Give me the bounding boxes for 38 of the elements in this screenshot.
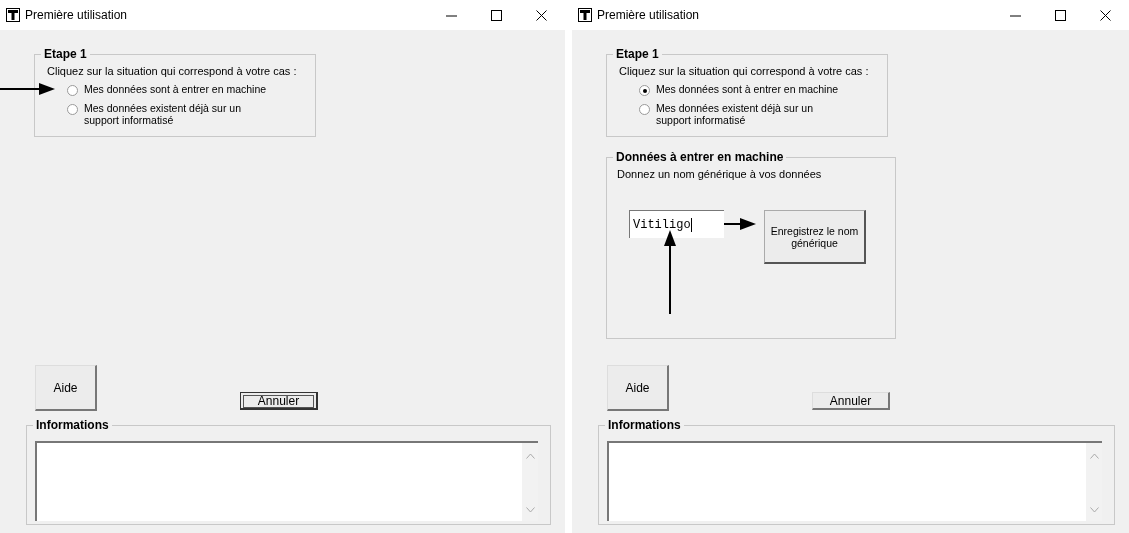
help-button[interactable]: Aide xyxy=(35,365,97,411)
cancel-button[interactable]: Annuler xyxy=(812,392,890,410)
scrollbar[interactable] xyxy=(522,443,538,521)
option-label[interactable]: Mes données sont à entrer en machine xyxy=(84,83,274,95)
instruction-text: Cliquez sur la situation qui correspond à votre cas : xyxy=(47,65,298,77)
group-title: Etape 1 xyxy=(41,47,90,61)
text-area[interactable] xyxy=(607,441,1102,521)
scroll-up-icon xyxy=(1089,453,1099,459)
close-icon xyxy=(536,9,547,21)
input-field[interactable]: Vitiligo xyxy=(629,210,724,238)
app-icon xyxy=(6,8,20,22)
radio-button[interactable] xyxy=(67,85,78,96)
group-title: Informations xyxy=(605,418,684,432)
scrollbar[interactable] xyxy=(1086,443,1102,521)
scroll-down-icon xyxy=(1089,507,1099,513)
window-title: Première utilisation xyxy=(25,8,128,22)
group-title: Données à entrer en machine xyxy=(613,150,787,164)
scroll-down-icon xyxy=(525,507,535,513)
help-button[interactable]: Aide xyxy=(607,365,669,411)
cancel-button[interactable]: Annuler xyxy=(240,392,318,410)
radio-button[interactable] xyxy=(639,104,650,115)
radio-button[interactable] xyxy=(639,85,650,96)
instruction-text: Cliquez sur la situation qui correspond à votre cas : xyxy=(619,65,870,77)
option-label[interactable]: Mes données existent déjà sur un support informatisé xyxy=(656,102,846,126)
group-title: Etape 1 xyxy=(613,47,662,61)
maximize-icon xyxy=(1055,9,1066,21)
app-icon xyxy=(578,8,592,22)
instruction-text: Donnez un nom générique à vos données xyxy=(617,168,823,180)
close-icon xyxy=(1100,9,1111,21)
radio-button[interactable] xyxy=(67,104,78,115)
maximize-icon xyxy=(491,9,502,21)
text-area[interactable] xyxy=(35,441,538,521)
window-title: Première utilisation xyxy=(597,8,700,22)
scroll-up-icon xyxy=(525,453,535,459)
option-label[interactable]: Mes données existent déjà sur un support informatisé xyxy=(84,102,274,126)
option-label[interactable]: Mes données sont à entrer en machine xyxy=(656,83,846,95)
group-title: Informations xyxy=(33,418,112,432)
save-button[interactable]: Enregistrez le nom générique xyxy=(764,210,866,264)
